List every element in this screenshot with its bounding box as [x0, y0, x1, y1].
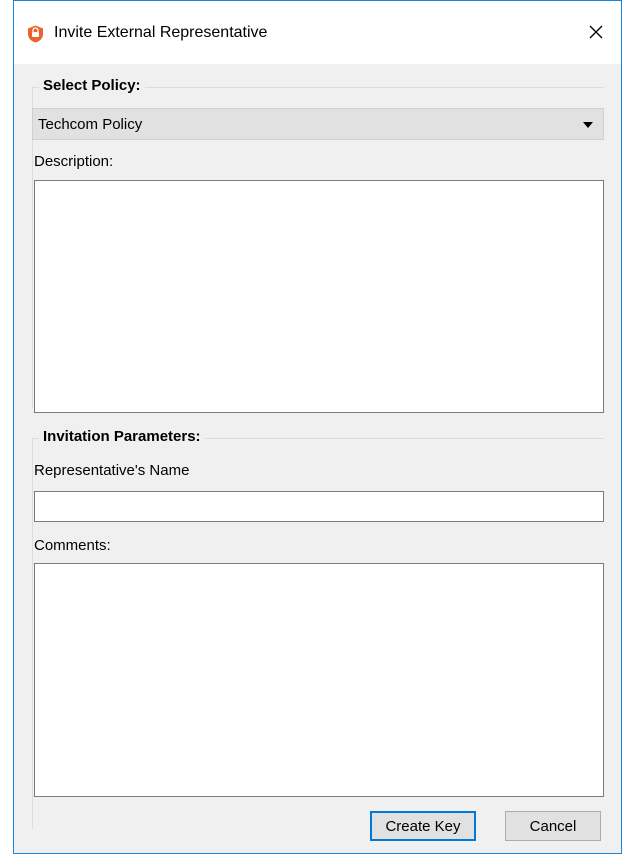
shield-app-icon: [27, 25, 44, 43]
representative-name-label: Representative's Name: [34, 462, 190, 479]
representative-name-input[interactable]: [34, 491, 604, 522]
comments-label: Comments:: [34, 537, 111, 554]
description-label: Description:: [34, 153, 114, 170]
cancel-button[interactable]: Cancel: [505, 811, 601, 841]
comments-textarea[interactable]: [34, 563, 604, 797]
dialog-client-area: Select Policy: Techcom Policy Descriptio…: [14, 64, 621, 853]
policy-group-title: Select Policy:: [39, 77, 145, 94]
chevron-down-icon: [583, 122, 593, 128]
description-textarea[interactable]: [34, 180, 604, 413]
invitation-group-title: Invitation Parameters:: [39, 428, 205, 445]
close-button[interactable]: [571, 9, 621, 59]
create-key-button[interactable]: Create Key: [370, 811, 476, 841]
window-title: Invite External Representative: [54, 24, 268, 41]
policy-select-value: Techcom Policy: [38, 116, 143, 133]
policy-select[interactable]: Techcom Policy: [32, 108, 604, 140]
title-bar: Invite External Representative: [14, 1, 621, 64]
dialog-window: Invite External Representative Select Po…: [13, 0, 622, 854]
close-icon: [589, 25, 603, 43]
